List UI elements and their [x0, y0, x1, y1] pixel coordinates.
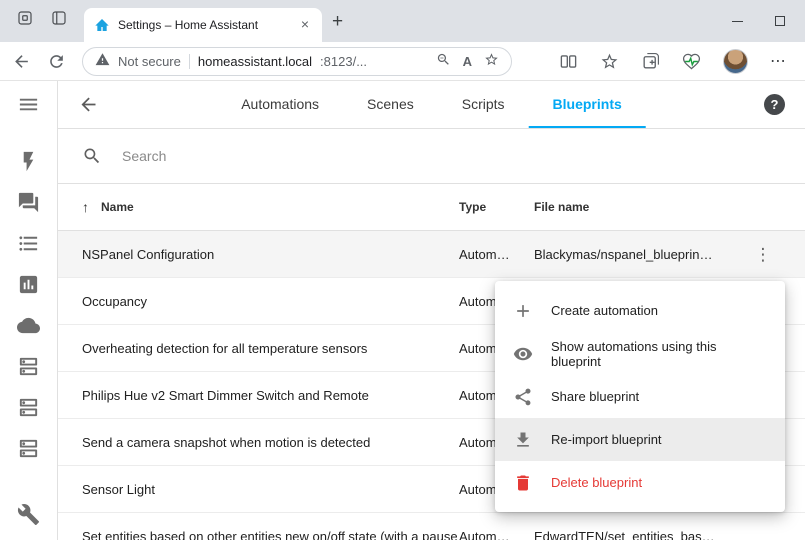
menu-item-label: Share blueprint	[551, 389, 639, 404]
row-name: Set entities based on other entities new…	[58, 529, 459, 540]
browser-refresh-icon[interactable]	[47, 52, 66, 71]
row-type: Autom…	[459, 529, 534, 540]
sidebar-list-icon[interactable]	[17, 232, 40, 255]
sidebar-cloud-icon[interactable]	[17, 314, 40, 337]
eye-icon	[513, 344, 533, 364]
menu-item-label: Re-import blueprint	[551, 432, 662, 447]
menu-item-show-automations[interactable]: Show automations using this blueprint	[495, 332, 785, 375]
header-file-name[interactable]: File name	[534, 200, 721, 214]
row-name: Overheating detection for all temperatur…	[58, 341, 459, 356]
collections-icon[interactable]	[641, 52, 660, 71]
browser-tab-title: Settings – Home Assistant	[118, 18, 288, 32]
search-icon	[82, 146, 102, 166]
row-overflow-menu-icon[interactable]: ⋮	[755, 245, 772, 264]
url-bar[interactable]: Not secure homeassistant.local :8123/...…	[82, 47, 512, 76]
row-name: NSPanel Configuration	[58, 247, 459, 262]
menu-item-label: Show automations using this blueprint	[551, 339, 767, 369]
menu-item-label: Delete blueprint	[551, 475, 642, 490]
row-name: Sensor Light	[58, 482, 459, 497]
row-name: Send a camera snapshot when motion is de…	[58, 435, 459, 450]
plus-icon	[513, 301, 533, 321]
menu-item-share-blueprint[interactable]: Share blueprint	[495, 375, 785, 418]
menu-hamburger-icon[interactable]	[17, 93, 40, 116]
search-input[interactable]	[122, 148, 781, 164]
sort-ascending-icon[interactable]: ↑	[82, 199, 89, 215]
security-label: Not secure	[118, 54, 181, 69]
header-name[interactable]: Name	[101, 200, 134, 214]
tab-actions-icon[interactable]	[50, 9, 68, 32]
tab-close-icon[interactable]: ×	[296, 16, 314, 34]
row-name: Occupancy	[58, 294, 459, 309]
ha-back-icon[interactable]	[78, 94, 99, 115]
tab-scripts[interactable]: Scripts	[438, 81, 529, 128]
split-screen-icon[interactable]	[559, 52, 578, 71]
url-divider	[189, 54, 190, 69]
tab-scenes[interactable]: Scenes	[343, 81, 438, 128]
window-minimize-icon[interactable]	[732, 21, 743, 22]
header-type[interactable]: Type	[459, 200, 534, 214]
sidebar-developer-tools-icon[interactable]	[17, 503, 40, 526]
favorite-star-icon[interactable]	[484, 52, 499, 70]
ha-topbar: Automations Scenes Scripts Blueprints ?	[58, 81, 805, 129]
share-icon	[513, 387, 533, 407]
menu-item-reimport-blueprint[interactable]: Re-import blueprint	[495, 418, 785, 461]
window-maximize-icon[interactable]	[775, 16, 785, 26]
table-row[interactable]: NSPanel Configuration Autom… Blackymas/n…	[58, 231, 805, 278]
menu-item-create-automation[interactable]: Create automation	[495, 289, 785, 332]
row-type: Autom…	[459, 247, 534, 262]
url-path: :8123/...	[320, 54, 367, 69]
help-icon[interactable]: ?	[764, 94, 785, 115]
tab-blueprints[interactable]: Blueprints	[529, 81, 646, 128]
profile-avatar[interactable]	[723, 49, 748, 74]
menu-item-delete-blueprint[interactable]: Delete blueprint	[495, 461, 785, 504]
url-host: homeassistant.local	[198, 54, 312, 69]
sidebar-energy-icon[interactable]	[17, 150, 40, 173]
zoom-out-icon[interactable]	[436, 52, 451, 70]
browser-addressbar: Not secure homeassistant.local :8123/...…	[0, 42, 805, 80]
search-bar	[58, 129, 805, 184]
ha-sidebar	[0, 81, 58, 540]
home-assistant-favicon	[94, 17, 110, 33]
sidebar-server-icon-3[interactable]	[17, 437, 40, 460]
sidebar-server-icon-1[interactable]	[17, 355, 40, 378]
delete-icon	[513, 473, 533, 493]
browser-tab[interactable]: Settings – Home Assistant ×	[84, 8, 322, 42]
sidebar-history-chart-icon[interactable]	[17, 273, 40, 296]
browser-titlebar: Settings – Home Assistant × +	[0, 0, 805, 42]
menu-item-label: Create automation	[551, 303, 658, 318]
read-aloud-icon[interactable]: A	[463, 54, 472, 69]
browser-menu-icon[interactable]: ⋯	[770, 51, 787, 71]
workspaces-icon[interactable]	[16, 9, 34, 32]
sidebar-forum-icon[interactable]	[17, 191, 40, 214]
not-secure-warning-icon[interactable]	[95, 52, 110, 70]
table-row[interactable]: Set entities based on other entities new…	[58, 513, 805, 540]
row-file: EdwardTEN/set_entities_bas…	[534, 529, 721, 540]
tab-automations[interactable]: Automations	[217, 81, 343, 128]
table-header: ↑ Name Type File name	[58, 184, 805, 231]
ha-tab-bar: Automations Scenes Scripts Blueprints	[217, 81, 646, 128]
import-icon	[513, 430, 533, 450]
new-tab-icon[interactable]: +	[322, 11, 353, 42]
browser-essentials-icon[interactable]	[682, 52, 701, 71]
favorites-icon[interactable]	[600, 52, 619, 71]
blueprint-context-menu: Create automation Show automations using…	[495, 281, 785, 512]
row-file: Blackymas/nspanel_blueprin…	[534, 247, 721, 262]
browser-back-icon[interactable]	[12, 52, 31, 71]
row-name: Philips Hue v2 Smart Dimmer Switch and R…	[58, 388, 459, 403]
sidebar-server-icon-2[interactable]	[17, 396, 40, 419]
